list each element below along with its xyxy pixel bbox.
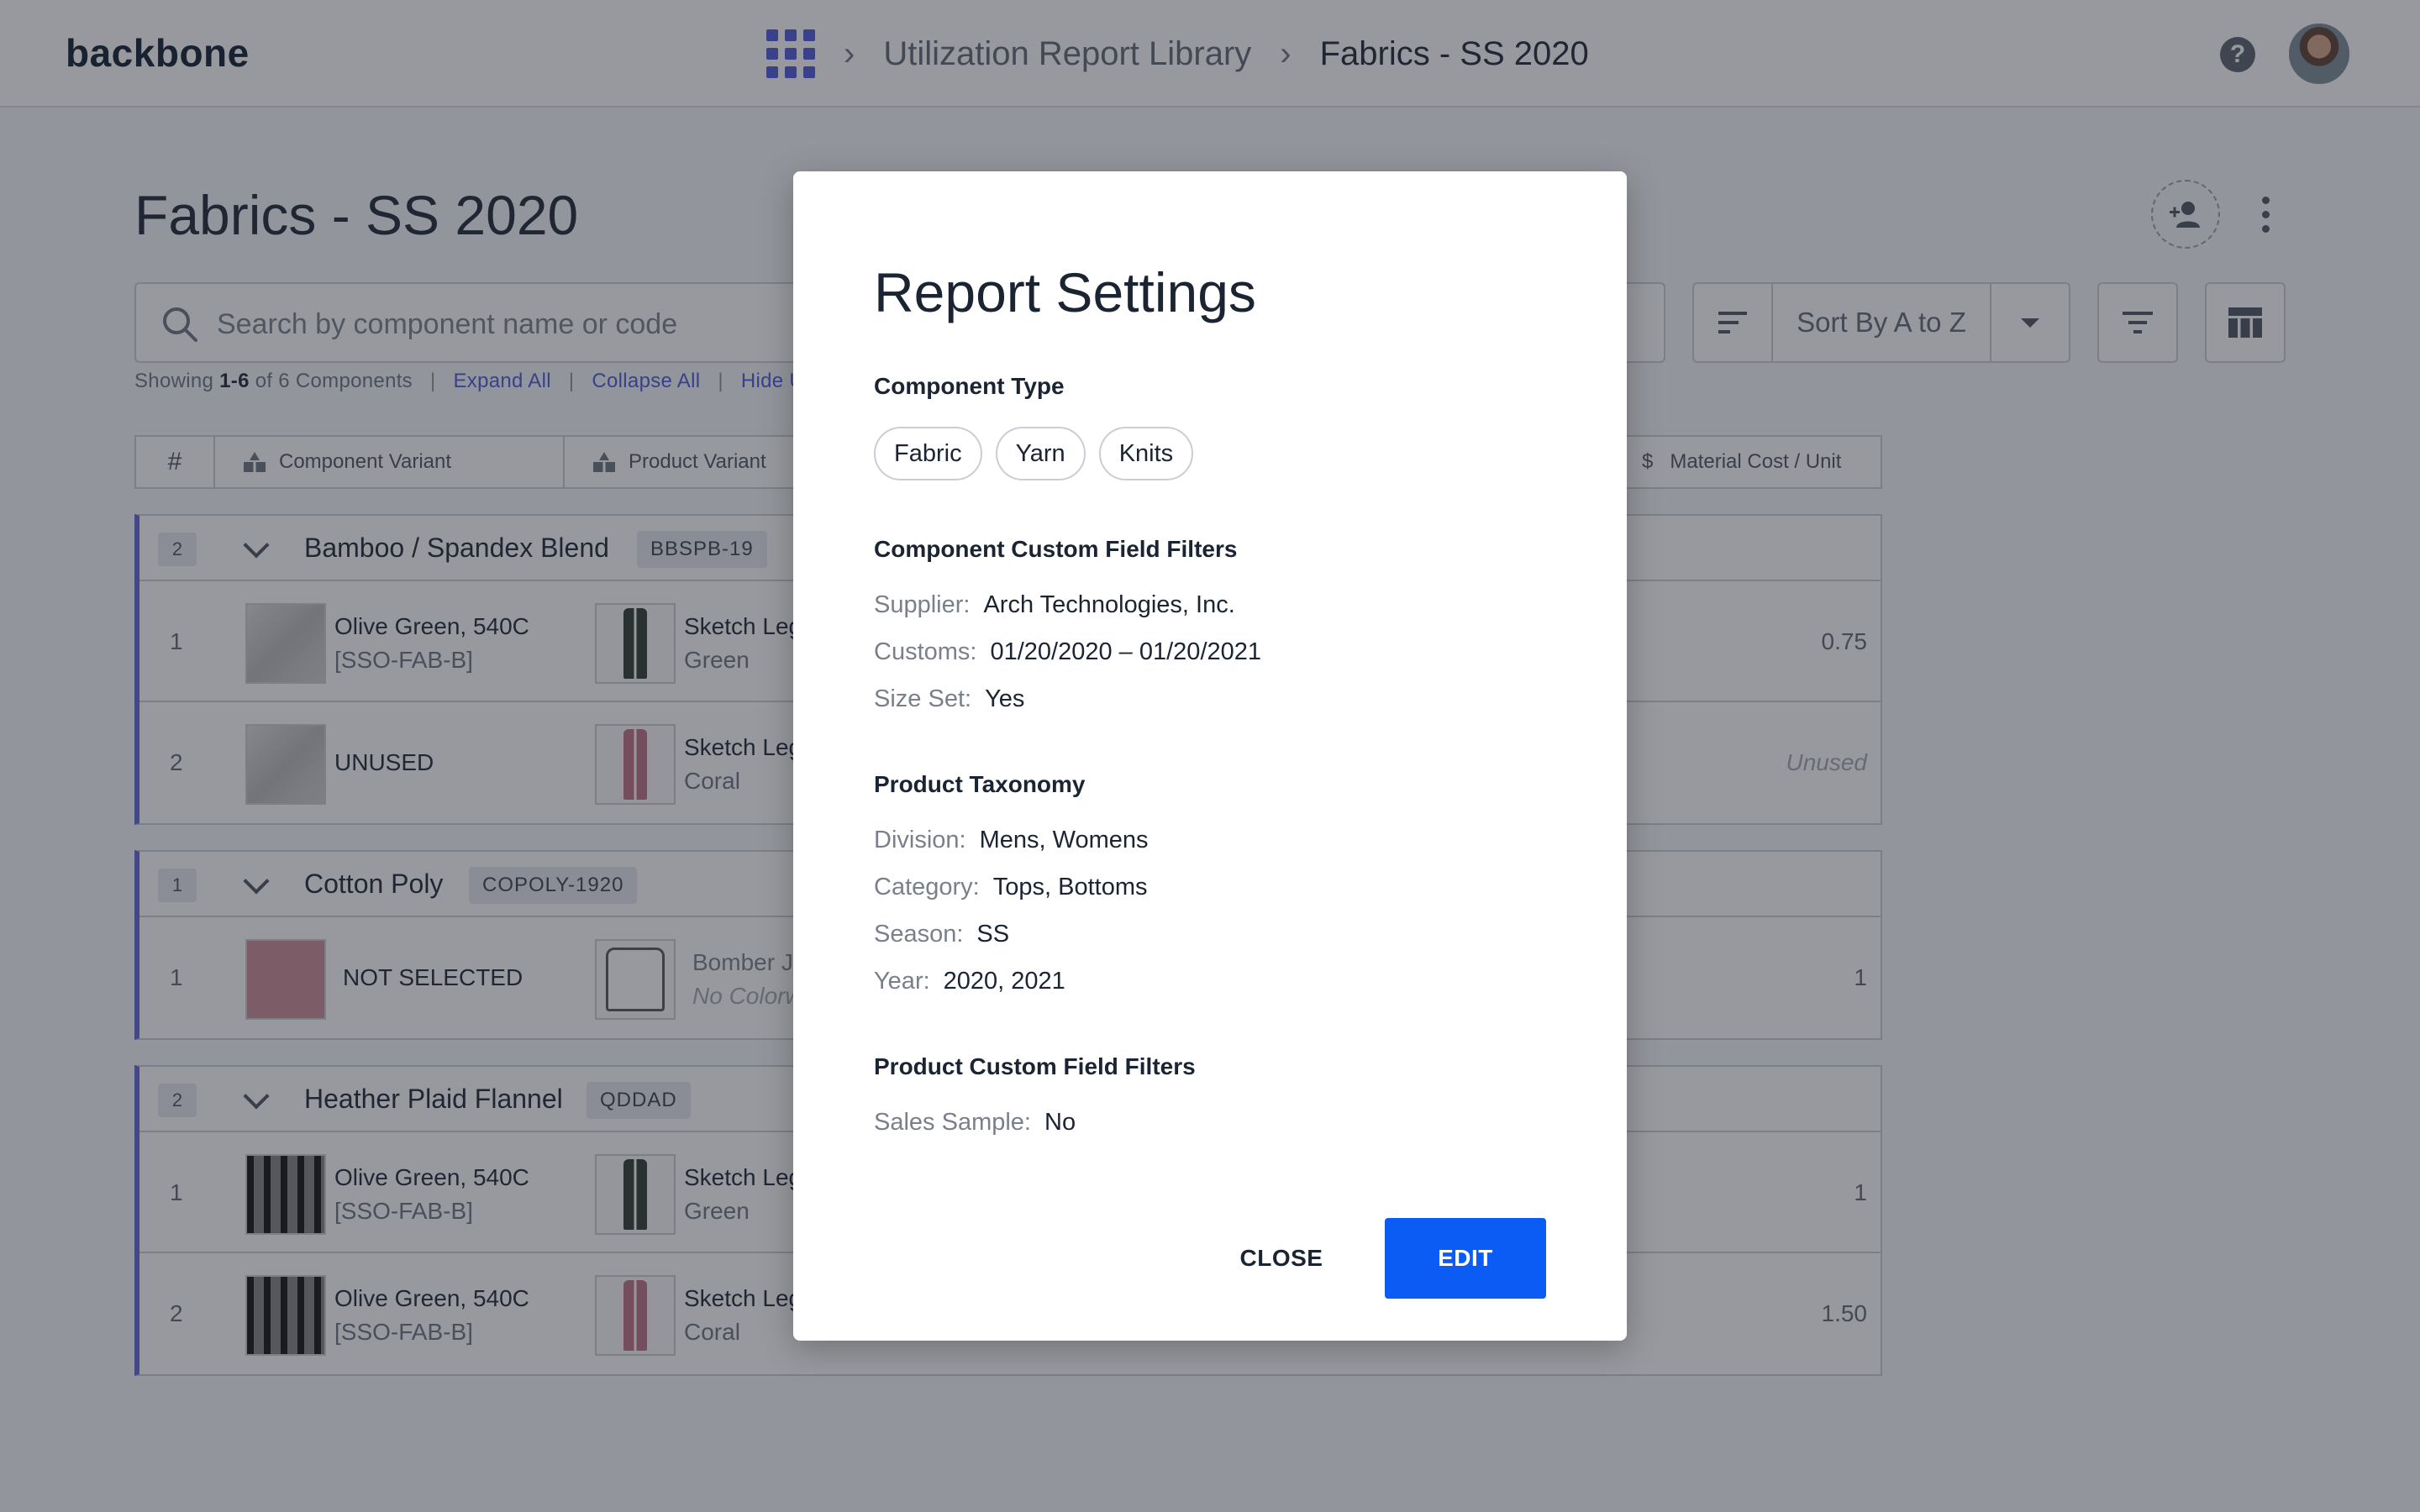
field-year: Year: 2020, 2021 <box>874 968 1065 995</box>
section-heading-component-custom: Component Custom Field Filters <box>874 536 1238 562</box>
field-season: Season: SS <box>874 921 1010 948</box>
field-supplier: Supplier: Arch Technologies, Inc. <box>874 591 1235 618</box>
section-heading-component-type: Component Type <box>874 373 1065 399</box>
edit-button[interactable]: EDIT <box>1385 1218 1546 1299</box>
report-settings-dialog: Report Settings Component Type Fabric Ya… <box>793 171 1627 1341</box>
close-button[interactable]: CLOSE <box>1213 1218 1349 1299</box>
section-heading-product-custom: Product Custom Field Filters <box>874 1053 1196 1079</box>
field-size-set: Size Set: Yes <box>874 685 1025 712</box>
field-customs: Customs: 01/20/2020 – 01/20/2021 <box>874 638 1262 665</box>
field-division: Division: Mens, Womens <box>874 827 1149 853</box>
dialog-title: Report Settings <box>874 261 1256 323</box>
field-category: Category: Tops, Bottoms <box>874 874 1148 900</box>
field-sales-sample: Sales Sample: No <box>874 1109 1076 1136</box>
component-type-chips: Fabric Yarn Knits <box>874 427 1194 480</box>
chip-knits: Knits <box>1098 427 1194 480</box>
section-heading-product-taxonomy: Product Taxonomy <box>874 771 1086 797</box>
chip-yarn: Yarn <box>995 427 1086 480</box>
chip-fabric: Fabric <box>874 427 982 480</box>
